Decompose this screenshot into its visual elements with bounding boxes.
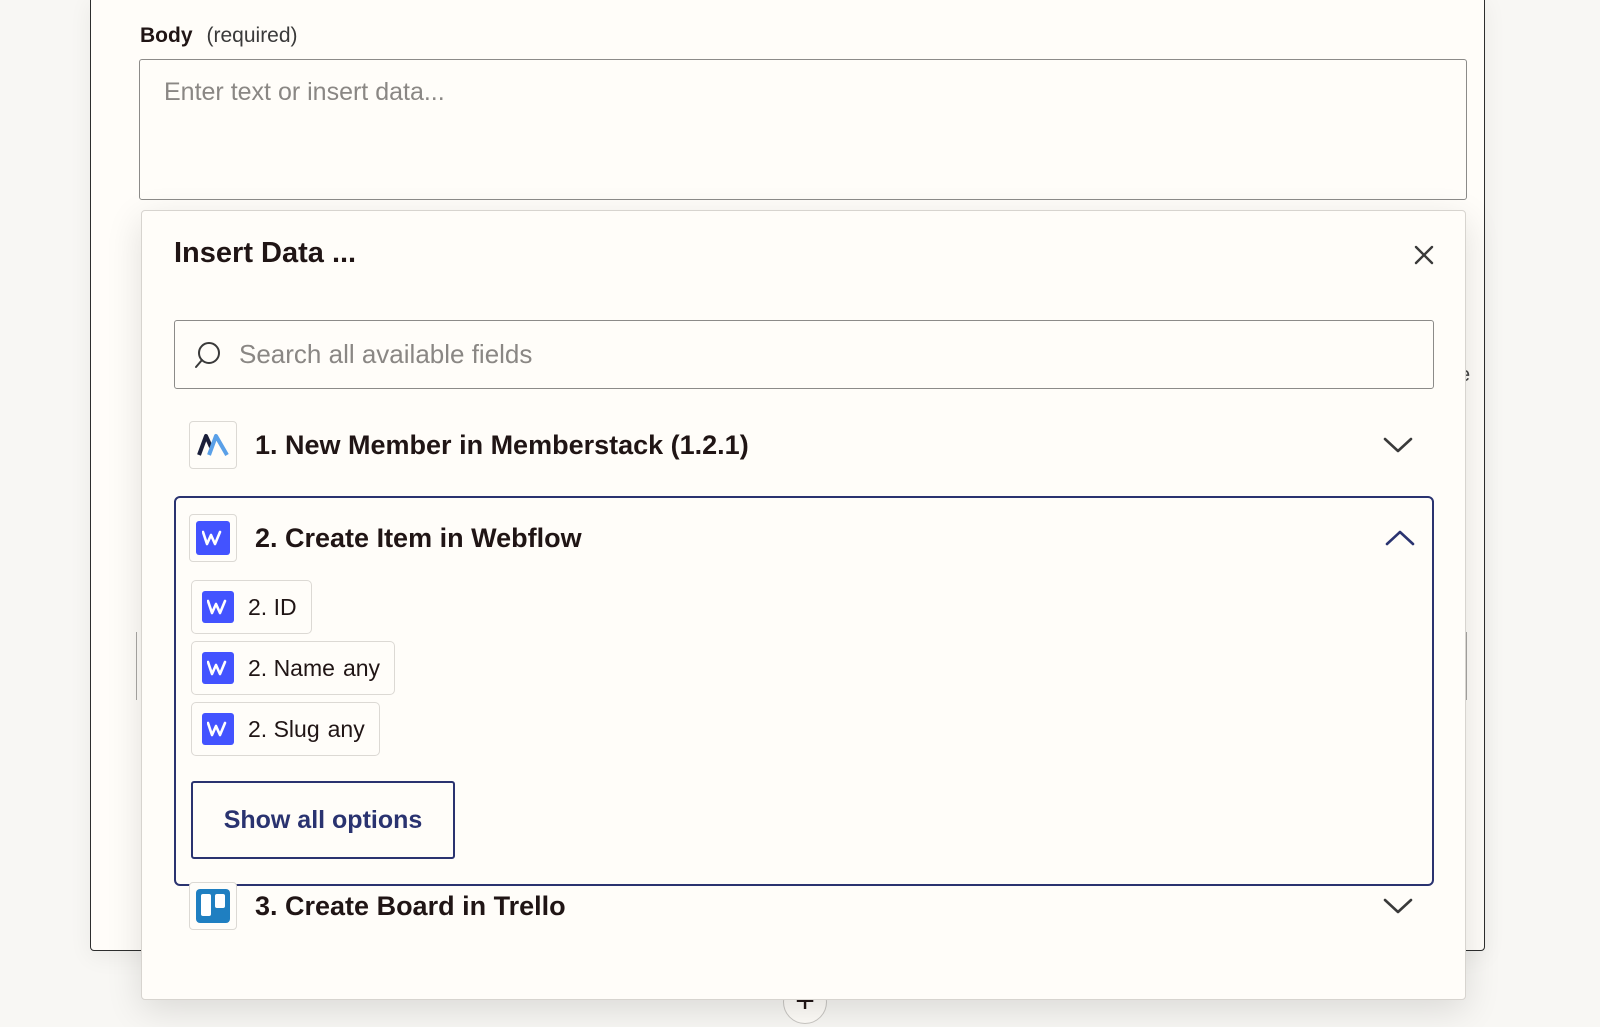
show-all-options-button[interactable]: Show all options <box>191 781 455 859</box>
section-trello[interactable]: 3. Create Board in Trello <box>174 868 1434 944</box>
field-key: 2. ID <box>248 593 297 620</box>
chevron-down-icon[interactable] <box>1382 433 1414 457</box>
webflow-logo-icon <box>196 521 230 555</box>
field-key: 2. Slug <box>248 715 320 742</box>
popover-title: Insert Data ... <box>174 237 357 269</box>
close-button[interactable] <box>1404 235 1444 275</box>
chevron-down-icon[interactable] <box>1382 894 1414 918</box>
chevron-up-icon[interactable] <box>1384 526 1416 550</box>
field-pill-name[interactable]: 2. Name any <box>191 641 396 695</box>
field-pill-slug[interactable]: 2. Slug any <box>191 702 380 756</box>
insert-data-popover: Insert Data ... 1. New Member in Members… <box>141 210 1466 1000</box>
memberstack-app-icon <box>189 421 237 469</box>
section-title: 1. New Member in Memberstack (1.2.1) <box>255 429 749 460</box>
trello-logo-icon <box>196 889 230 923</box>
trello-app-icon <box>189 882 237 930</box>
section-title: 2. Create Item in Webflow <box>255 522 582 553</box>
body-required-text: (required) <box>206 24 298 47</box>
close-icon <box>1414 245 1434 265</box>
field-type: any <box>342 654 381 681</box>
webflow-logo-icon <box>202 713 234 745</box>
webflow-logo-icon <box>202 591 234 623</box>
body-label-text: Body <box>140 24 193 47</box>
memberstack-logo-icon <box>197 434 229 457</box>
section-memberstack[interactable]: 1. New Member in Memberstack (1.2.1) <box>174 407 1434 483</box>
webflow-logo-icon <box>202 652 234 684</box>
section-title: 3. Create Board in Trello <box>255 890 566 921</box>
search-icon <box>195 341 220 368</box>
page: Body (required) Enter text or insert data… <box>0 0 1600 1027</box>
search-input[interactable] <box>239 339 1419 370</box>
body-input[interactable]: Enter text or insert data... <box>139 59 1467 200</box>
body-input-placeholder: Enter text or insert data... <box>164 78 445 106</box>
section-webflow[interactable]: 2. Create Item in Webflow <box>176 500 1436 576</box>
webflow-app-icon <box>189 514 237 562</box>
field-pill-id[interactable]: 2. ID <box>191 580 312 634</box>
section-webflow-expanded: 2. Create Item in Webflow 2. ID 2. Name … <box>174 496 1434 886</box>
hidden-field-edge-left <box>136 632 140 700</box>
field-key: 2. Name <box>248 654 335 681</box>
field-type: any <box>327 715 365 742</box>
search-field[interactable] <box>174 320 1434 389</box>
body-field-label: Body (required) <box>140 24 298 48</box>
